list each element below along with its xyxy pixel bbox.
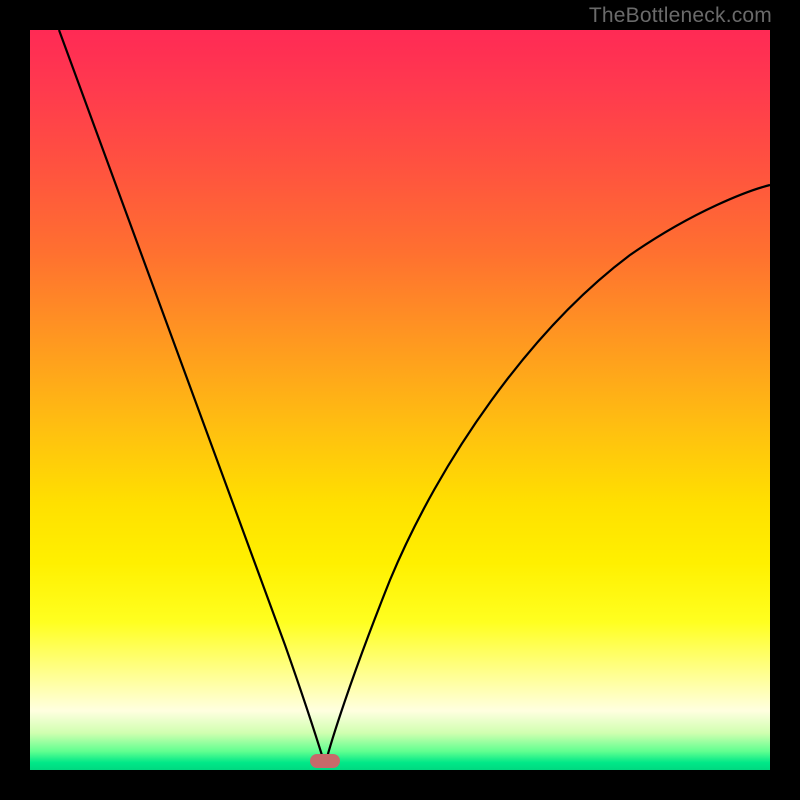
curve-right-branch [325,185,770,765]
minimum-marker [310,754,340,768]
plot-area [30,30,770,770]
curve-left-branch [59,30,325,765]
watermark-text: TheBottleneck.com [589,4,772,28]
chart-frame: TheBottleneck.com [0,0,800,800]
bottleneck-curve [30,30,770,770]
